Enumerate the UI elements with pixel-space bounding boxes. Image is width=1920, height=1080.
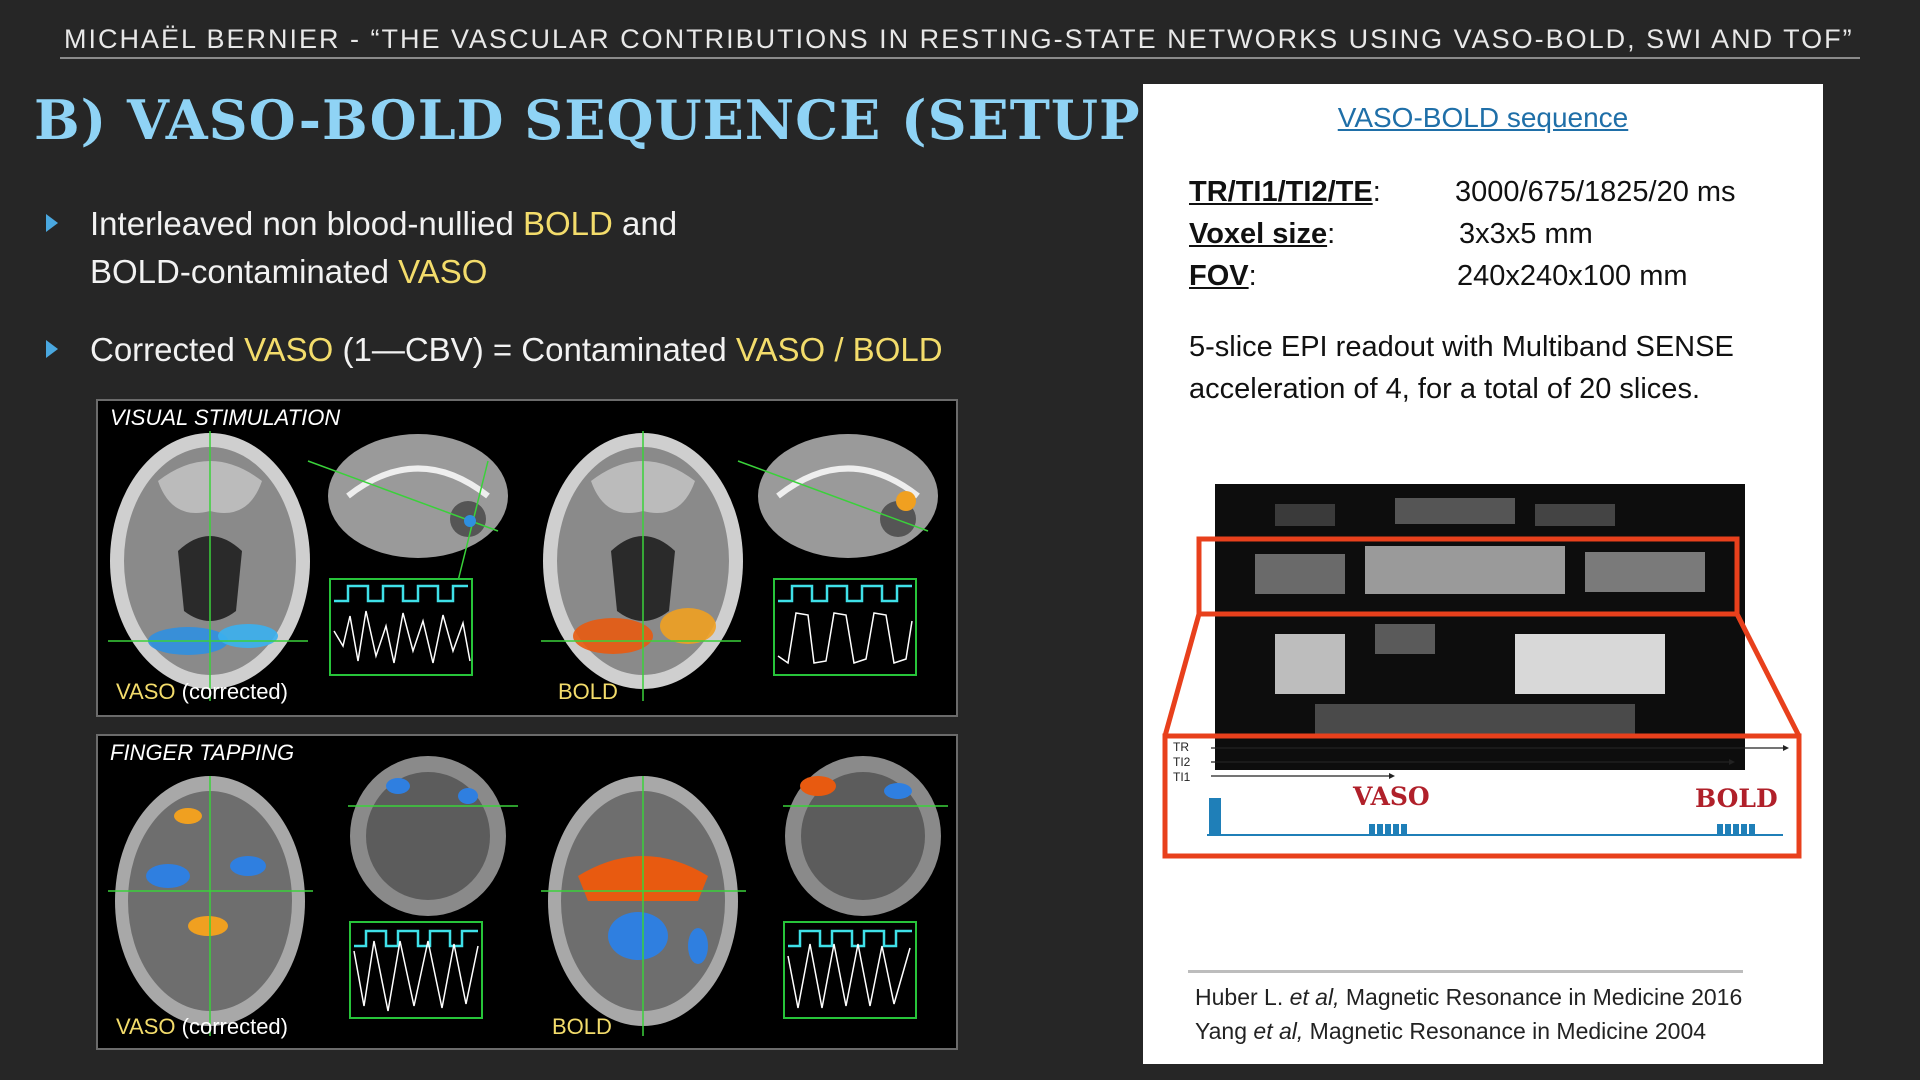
bullet-2-text-b: (1—CBV) = Contaminated xyxy=(333,331,736,368)
param-timing: TR/TI1/TI2/TE: 3000/675/1825/20 ms xyxy=(1189,176,1736,209)
vaso-readout-pulses xyxy=(1369,824,1407,835)
label-ti1: TI1 xyxy=(1173,770,1191,784)
header-rule xyxy=(60,57,1860,59)
param-value: 3000/675/1825/20 ms xyxy=(1455,176,1736,208)
ti2-arrow-head xyxy=(1729,759,1735,765)
zoom-frame-rect xyxy=(1196,536,1740,617)
inversion-pulse xyxy=(1209,798,1221,835)
bold-axial-brain-image xyxy=(541,776,746,1036)
vaso-coronal-brain-image xyxy=(348,756,518,916)
sequence-title: VASO-BOLD sequence xyxy=(1337,102,1629,133)
slide-header: MICHAËL BERNIER - “THE VASCULAR CONTRIBU… xyxy=(64,24,1854,54)
vaso-sagittal-brain-image xyxy=(307,434,508,582)
bold-readout-pulses xyxy=(1717,824,1755,835)
bold-caption: BOLD xyxy=(558,679,618,704)
caption-corrected: (corrected) xyxy=(175,679,288,704)
bold-timing-label: BOLD xyxy=(1695,784,1778,813)
bullet-2-highlight-vaso: VASO xyxy=(244,331,334,368)
label-ti2: TI2 xyxy=(1173,755,1191,769)
ti1-arrow-head xyxy=(1389,773,1395,779)
param-key: FOV xyxy=(1189,260,1249,292)
references-rule xyxy=(1188,970,1743,973)
visual-stimulation-figure xyxy=(108,431,938,701)
ref-etal: et al, xyxy=(1289,984,1340,1010)
param-value: 3x3x5 mm xyxy=(1459,218,1593,250)
bullet-1-highlight-bold: BOLD xyxy=(522,205,613,242)
bold-axial-brain-image xyxy=(541,431,743,701)
zoom-frame-line-left xyxy=(1162,613,1202,737)
ref-journal: Magnetic Resonance in Medicine 2016 xyxy=(1339,984,1743,1010)
vaso-timing-label: VASO xyxy=(1353,782,1430,811)
reference-yang: Yang et al, Magnetic Resonance in Medici… xyxy=(1195,1018,1706,1045)
vaso-axial-brain-image xyxy=(108,776,313,1036)
triangle-bullet-icon xyxy=(46,340,58,358)
bullet-1-highlight-vaso: VASO xyxy=(398,253,488,290)
bullet-2-highlight-vaso-bold: VASO / BOLD xyxy=(735,331,943,368)
vaso-corrected-caption: VASO (corrected) xyxy=(116,1014,288,1040)
bold-sagittal-brain-image xyxy=(737,434,938,558)
ref-author: Yang xyxy=(1195,1018,1254,1044)
bold-timecourse-plot xyxy=(773,578,917,676)
bullet-1-text-a: Interleaved non blood-nullied xyxy=(90,205,523,242)
param-sep: : xyxy=(1327,218,1336,250)
sequence-info-box: VASO-BOLD sequence TR/TI1/TI2/TE: 3000/6… xyxy=(1143,84,1823,1064)
caption-vaso: VASO xyxy=(116,679,176,704)
ref-journal: Magnetic Resonance in Medicine 2004 xyxy=(1303,1018,1707,1044)
bold-caption: BOLD xyxy=(552,1014,612,1039)
param-sep: : xyxy=(1372,176,1381,208)
vaso-timecourse-plot xyxy=(349,921,483,1019)
param-voxel-size: Voxel size: 3x3x5 mm xyxy=(1189,218,1593,251)
param-key: Voxel size xyxy=(1189,218,1328,250)
vaso-timecourse-plot xyxy=(329,578,473,676)
bullet-1: Interleaved non blood-nullied BOLD and B… xyxy=(46,200,946,296)
bold-coronal-brain-image xyxy=(783,756,948,916)
param-fov: FOV: 240x240x100 mm xyxy=(1189,260,1688,293)
tr-arrow-head xyxy=(1783,745,1789,751)
vaso-axial-brain-image xyxy=(108,431,310,701)
ref-author: Huber L. xyxy=(1195,984,1290,1010)
bullet-2-text-a: Corrected xyxy=(90,331,245,368)
sequence-timing-diagram xyxy=(1162,536,1802,859)
triangle-bullet-icon xyxy=(46,214,58,232)
param-value: 240x240x100 mm xyxy=(1457,260,1688,292)
caption-vaso: VASO xyxy=(116,1014,176,1039)
sequence-description: 5-slice EPI readout with Multiband SENSE… xyxy=(1189,331,1734,405)
ref-etal: et al, xyxy=(1253,1018,1304,1044)
param-key: TR/TI1/TI2/TE xyxy=(1189,176,1373,208)
finger-tapping-panel: FINGER TAPPING VASO (corrected) BOLD xyxy=(96,734,958,1050)
param-sep: : xyxy=(1248,260,1257,292)
reference-huber: Huber L. et al, Magnetic Resonance in Me… xyxy=(1195,984,1742,1011)
vaso-corrected-caption: VASO (corrected) xyxy=(116,679,288,705)
finger-tapping-figure xyxy=(108,756,948,1036)
bold-timecourse-plot xyxy=(783,921,917,1019)
slide-title: B) VASO-BOLD SEQUENCE (SETUP) xyxy=(34,88,1168,152)
label-tr: TR xyxy=(1173,740,1189,754)
caption-corrected: (corrected) xyxy=(175,1014,288,1039)
bullet-2: Corrected VASO (1—CBV) = Contaminated VA… xyxy=(46,326,946,374)
timing-labels: TR TI2 TI1 xyxy=(1173,740,1190,785)
zoom-frame-line-right xyxy=(1734,612,1802,738)
visual-stimulation-panel: VISUAL STIMULATION VASO (corrected) BOLD xyxy=(96,399,958,717)
